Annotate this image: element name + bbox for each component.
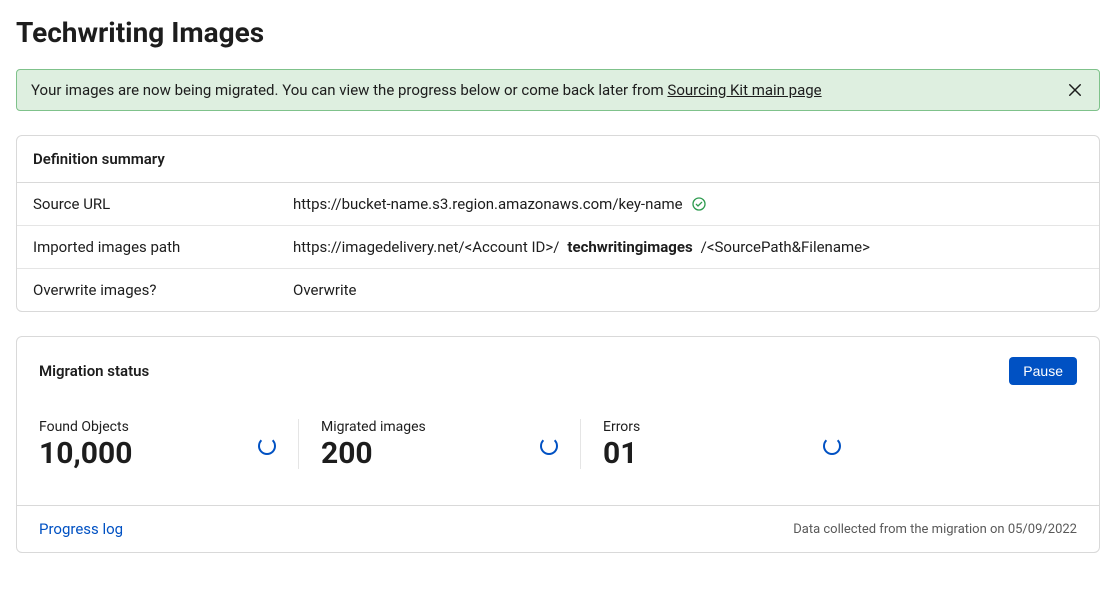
stat-label: Found Objects [39, 419, 132, 435]
status-footer: Progress log Data collected from the mig… [17, 505, 1099, 552]
imported-path-prefix: https://imagedelivery.net/<Account ID>/ [293, 238, 559, 256]
definition-label: Imported images path [33, 238, 293, 256]
alert-text-prefix: Your images are now being migrated. You … [31, 81, 667, 99]
definition-summary-header: Definition summary [17, 136, 1099, 183]
definition-label: Overwrite images? [33, 281, 293, 299]
stat-value: 200 [321, 439, 426, 469]
migration-status-card: Migration status Pause Found Objects 10,… [16, 336, 1100, 553]
data-collected-text: Data collected from the migration on 05/… [793, 522, 1077, 537]
definition-summary-card: Definition summary Source URL https://bu… [16, 135, 1100, 312]
check-circle-icon [691, 196, 707, 212]
alert-link[interactable]: Sourcing Kit main page [667, 81, 821, 99]
spinner-icon [258, 437, 276, 455]
definition-row-imported-path: Imported images path https://imagedelive… [17, 226, 1099, 269]
migration-stats: Found Objects 10,000 Migrated images 200… [17, 385, 1099, 505]
definition-value: https://imagedelivery.net/<Account ID>/ t… [293, 238, 1083, 256]
spinner-icon [823, 437, 841, 455]
alert-text: Your images are now being migrated. You … [31, 81, 822, 99]
source-url-value: https://bucket-name.s3.region.amazonaws.… [293, 195, 683, 213]
migration-alert: Your images are now being migrated. You … [16, 69, 1100, 111]
pause-button[interactable]: Pause [1009, 357, 1077, 385]
stat-found-objects: Found Objects 10,000 [39, 419, 299, 469]
definition-value: Overwrite [293, 281, 1083, 299]
definition-row-source-url: Source URL https://bucket-name.s3.region… [17, 183, 1099, 226]
migration-status-header: Migration status [39, 362, 149, 380]
stat-migrated-images: Migrated images 200 [321, 419, 581, 469]
definition-row-overwrite: Overwrite images? Overwrite [17, 269, 1099, 311]
progress-log-link[interactable]: Progress log [39, 520, 123, 538]
close-icon[interactable] [1065, 80, 1085, 100]
stat-errors: Errors 01 [603, 419, 863, 469]
imported-path-bold: techwritingimages [567, 238, 692, 256]
stat-label: Migrated images [321, 419, 426, 435]
stat-value: 01 [603, 439, 640, 469]
spinner-icon [540, 437, 558, 455]
page-title: Techwriting Images [16, 16, 1100, 49]
definition-value: https://bucket-name.s3.region.amazonaws.… [293, 195, 1083, 213]
definition-label: Source URL [33, 195, 293, 213]
stat-value: 10,000 [39, 439, 132, 469]
imported-path-suffix: /<SourcePath&Filename> [701, 238, 870, 256]
stat-label: Errors [603, 419, 640, 435]
